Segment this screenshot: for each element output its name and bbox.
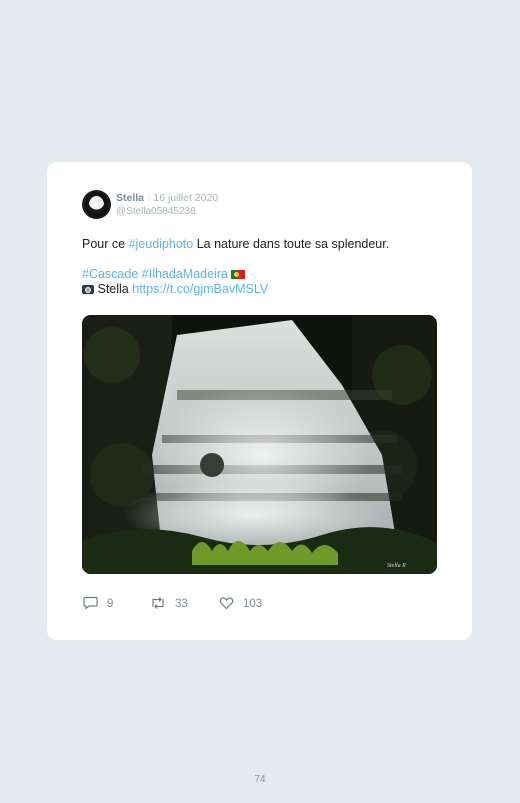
like-count: 103 bbox=[243, 598, 263, 610]
portugal-flag-icon bbox=[231, 270, 246, 279]
retweet-count: 33 bbox=[175, 598, 188, 610]
retweet-arrows-icon bbox=[152, 597, 164, 609]
retweet-button[interactable]: 33 bbox=[150, 596, 188, 610]
tweet-date[interactable]: · 16 juillet 2020 bbox=[147, 192, 218, 204]
text-prefix: Pour ce bbox=[82, 237, 129, 251]
tweet-text: Pour ce #jeudiphoto La nature dans toute… bbox=[82, 237, 442, 297]
author-name[interactable]: Stella bbox=[116, 192, 144, 204]
photo-signature: Stella R bbox=[387, 563, 406, 569]
like-button[interactable]: 103 bbox=[219, 596, 262, 610]
tweet-photo[interactable]: Stella R bbox=[82, 315, 437, 574]
tweet-line-3: Stella https://t.co/gjmBavMSLV bbox=[82, 282, 442, 297]
hashtag-ilhadamadeira[interactable]: #IlhadaMadeira bbox=[142, 267, 228, 281]
speech-bubble-icon bbox=[83, 596, 98, 610]
author-line: Stella · 16 juillet 2020 bbox=[116, 192, 218, 204]
credit-name: Stella bbox=[97, 282, 129, 296]
tweet-card: Stella · 16 juillet 2020 @Stella05845236… bbox=[47, 162, 472, 640]
text-suffix: La nature dans toute sa splendeur. bbox=[193, 237, 390, 251]
hashtag-jeudiphoto[interactable]: #jeudiphoto bbox=[129, 237, 194, 251]
tweet-line-1: Pour ce #jeudiphoto La nature dans toute… bbox=[82, 237, 442, 252]
avatar[interactable] bbox=[82, 190, 111, 219]
author-handle[interactable]: @Stella05845236 bbox=[116, 206, 196, 217]
camera-icon bbox=[82, 285, 94, 294]
page-number: 74 bbox=[254, 774, 266, 785]
reply-button[interactable]: 9 bbox=[83, 596, 113, 610]
tweet-line-2: #Cascade #IlhadaMadeira bbox=[82, 267, 442, 282]
hashtag-cascade[interactable]: #Cascade bbox=[82, 267, 138, 281]
reply-count: 9 bbox=[107, 598, 114, 610]
credit-link[interactable]: https://t.co/gjmBavMSLV bbox=[132, 282, 268, 296]
heart-icon bbox=[219, 597, 234, 610]
